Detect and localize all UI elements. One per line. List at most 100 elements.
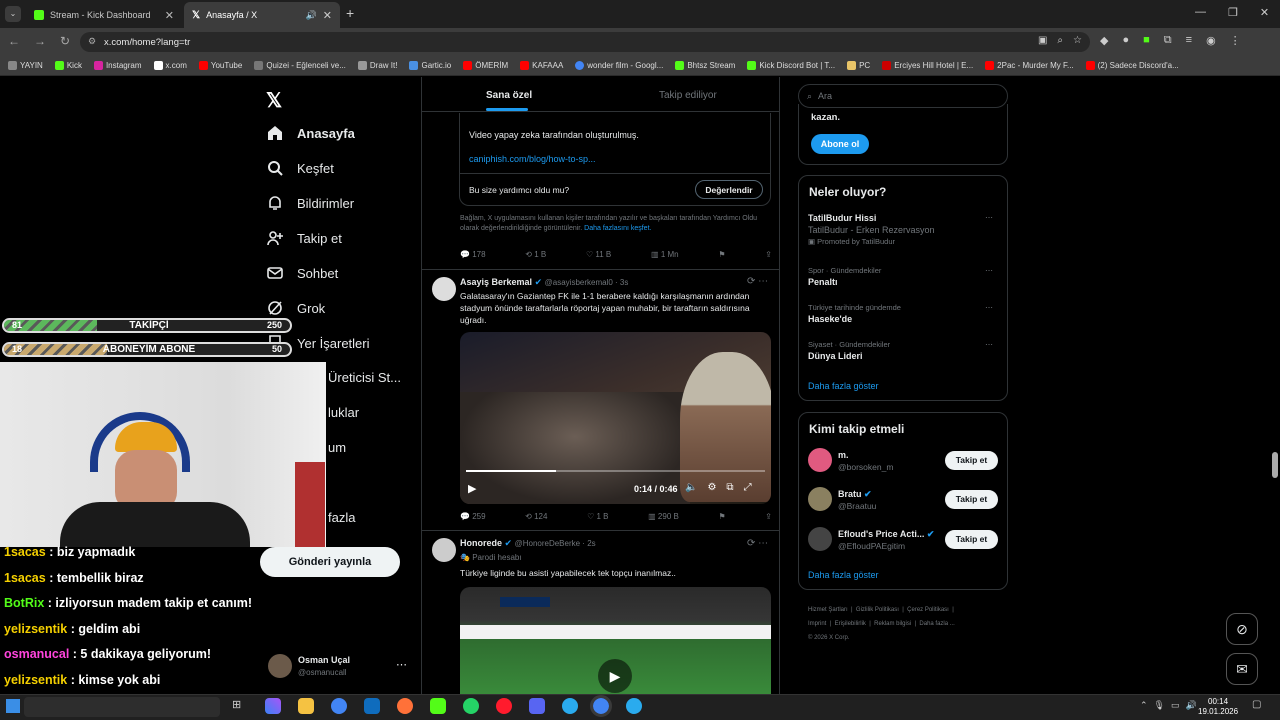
close-icon[interactable]: ✕: [165, 9, 174, 22]
telegram-icon[interactable]: [626, 698, 642, 714]
video-thumbnail[interactable]: ▶: [460, 587, 771, 694]
nav-premium[interactable]: um: [328, 440, 346, 455]
extension-icon[interactable]: ◆: [1100, 34, 1108, 47]
rate-button[interactable]: Değerlendir: [695, 180, 763, 199]
app-icon[interactable]: [430, 698, 446, 714]
reply-button[interactable]: 💬 259: [460, 512, 486, 521]
nav-communities[interactable]: luklar: [328, 405, 359, 420]
footer-link[interactable]: Çerez Politikası: [907, 607, 949, 613]
tab-search-button[interactable]: ⌄: [5, 6, 21, 22]
bookmark-item[interactable]: YAYIN: [8, 61, 43, 70]
footer-link[interactable]: Daha fazla ...: [919, 621, 954, 627]
close-window-icon[interactable]: ✕: [1260, 6, 1269, 19]
views-button[interactable]: ▥ 1 Mn: [651, 250, 679, 259]
close-icon[interactable]: ✕: [323, 9, 332, 22]
nav-home[interactable]: Anasayfa: [267, 125, 355, 141]
tab-for-you[interactable]: Sana özel: [486, 90, 532, 101]
bookmark-item[interactable]: (2) Sadece Discord'a...: [1085, 61, 1179, 70]
repost-button[interactable]: ⟲ 124: [525, 512, 547, 521]
follow-suggestion[interactable]: Efloud's Price Acti... ✔ @EfloudPAEgitim…: [808, 527, 1000, 553]
whatsapp-icon[interactable]: [463, 698, 479, 714]
windows-start-icon[interactable]: [6, 699, 20, 713]
chrome-active-icon[interactable]: [590, 695, 612, 717]
trend-item[interactable]: Spor · Gündemdekiler Penaltı ⋯: [808, 266, 998, 287]
bookmark-item[interactable]: ÖMERİM: [463, 61, 508, 70]
outlook-icon[interactable]: [364, 698, 380, 714]
note-link[interactable]: caniphish.com/blog/how-to-sp...: [469, 154, 596, 164]
screen-share-icon[interactable]: ▣: [1038, 35, 1047, 46]
subscribe-button[interactable]: Abone ol: [811, 134, 869, 154]
bookmark-item[interactable]: Instagram: [93, 61, 142, 70]
network-icon[interactable]: ▭: [1171, 700, 1180, 711]
back-icon[interactable]: ←: [8, 34, 20, 48]
bookmark-item[interactable]: x.com: [153, 61, 187, 70]
file-explorer-icon[interactable]: [298, 698, 314, 714]
nav-grok[interactable]: Grok: [267, 300, 325, 316]
pip-icon[interactable]: ⧉: [726, 482, 733, 493]
bookmark-item[interactable]: Erciyes Hill Hotel | E...: [882, 61, 973, 70]
media-icon[interactable]: ≡: [1186, 34, 1192, 47]
bookmark-icon[interactable]: ⚑: [718, 512, 725, 521]
bookmark-item[interactable]: KAFAAA: [520, 61, 563, 70]
reply-button[interactable]: 💬 178: [460, 250, 486, 259]
opera-icon[interactable]: [496, 698, 512, 714]
more-icon[interactable]: ⋯: [985, 340, 993, 349]
new-tab-button[interactable]: +: [346, 5, 354, 21]
video-player[interactable]: ▶ 0:14 / 0:46 🔈 ⚙ ⧉ ⤢: [460, 332, 771, 504]
trend-item[interactable]: Siyaset · Gündemdekiler Dünya Lideri ⋯: [808, 340, 998, 361]
zoom-icon[interactable]: ⌕: [1057, 35, 1063, 46]
nav-follow[interactable]: Takip et: [267, 230, 342, 246]
bookmark-item[interactable]: 2Pac - Murder My F...: [985, 61, 1074, 70]
more-icon[interactable]: ⋯: [985, 266, 993, 275]
author-name[interactable]: Asayiş Berkemal: [460, 277, 532, 287]
scrollbar[interactable]: [1272, 452, 1278, 478]
learn-more-link[interactable]: Daha fazlasını keşfet.: [584, 225, 651, 232]
messages-float-button[interactable]: ✉: [1226, 653, 1258, 685]
volume-icon[interactable]: 🔊: [1186, 700, 1197, 711]
bookmark-item[interactable]: wonder film - Googl...: [575, 61, 663, 70]
discord-icon[interactable]: [529, 698, 545, 714]
forward-icon[interactable]: →: [34, 34, 46, 48]
trend-item[interactable]: Türkiye tarihinde gündemde Haseke'de ⋯: [808, 303, 998, 324]
share-icon[interactable]: ⇪: [765, 512, 772, 521]
bookmark-icon[interactable]: ⚑: [718, 250, 725, 259]
nav-notifications[interactable]: Bildirimler: [267, 195, 354, 211]
site-info-icon[interactable]: ⚙: [88, 36, 96, 47]
tab-following[interactable]: Takip ediliyor: [659, 90, 717, 101]
restore-icon[interactable]: ❐: [1228, 6, 1238, 19]
follow-button[interactable]: Takip et: [945, 451, 998, 470]
footer-link[interactable]: Hizmet Şartları: [808, 607, 848, 613]
x-logo-icon[interactable]: 𝕏: [266, 88, 282, 113]
chrome-icon[interactable]: [331, 698, 347, 714]
repost-button[interactable]: ⟲ 1 B: [525, 250, 546, 259]
more-icon[interactable]: ⟳ ⋯: [747, 276, 768, 287]
views-button[interactable]: ▥ 290 B: [648, 512, 679, 521]
volume-icon[interactable]: 🔈: [685, 482, 697, 493]
share-icon[interactable]: ⇪: [765, 250, 772, 259]
play-icon[interactable]: ▶: [598, 659, 632, 693]
like-button[interactable]: ♡ 1 B: [587, 512, 608, 521]
more-icon[interactable]: ⟳ ⋯: [747, 538, 768, 549]
bookmark-item[interactable]: YouTube: [198, 61, 242, 70]
like-button[interactable]: ♡ 11 B: [586, 250, 611, 259]
bookmark-item[interactable]: Gartic.io: [409, 61, 451, 70]
notification-icon[interactable]: ▢: [1252, 699, 1261, 710]
nav-chat[interactable]: Sohbet: [267, 265, 338, 281]
tab-kick-dashboard[interactable]: Stream - Kick Dashboard ✕: [26, 2, 182, 28]
nav-more[interactable]: fazla: [328, 510, 355, 525]
bookmark-star-icon[interactable]: ☆: [1073, 35, 1082, 46]
search-box[interactable]: [24, 697, 220, 717]
follow-button[interactable]: Takip et: [945, 530, 998, 549]
follow-suggestion[interactable]: m. @borsoken_m Takip et: [808, 448, 1000, 474]
grok-float-button[interactable]: ⊘: [1226, 613, 1258, 645]
copilot-icon[interactable]: [265, 698, 281, 714]
bookmark-item[interactable]: Draw It!: [357, 61, 397, 70]
bookmark-folder[interactable]: PC: [847, 61, 870, 70]
footer-link[interactable]: Erişilebilirlik: [835, 621, 866, 627]
more-icon[interactable]: ⋯: [985, 213, 993, 222]
extension-icon[interactable]: ■: [1143, 34, 1150, 47]
speaker-icon[interactable]: 🔊: [306, 10, 317, 21]
settings-icon[interactable]: ⚙: [707, 482, 716, 493]
bookmark-item[interactable]: Kick: [54, 61, 82, 70]
extension-icon[interactable]: ●: [1122, 34, 1129, 47]
